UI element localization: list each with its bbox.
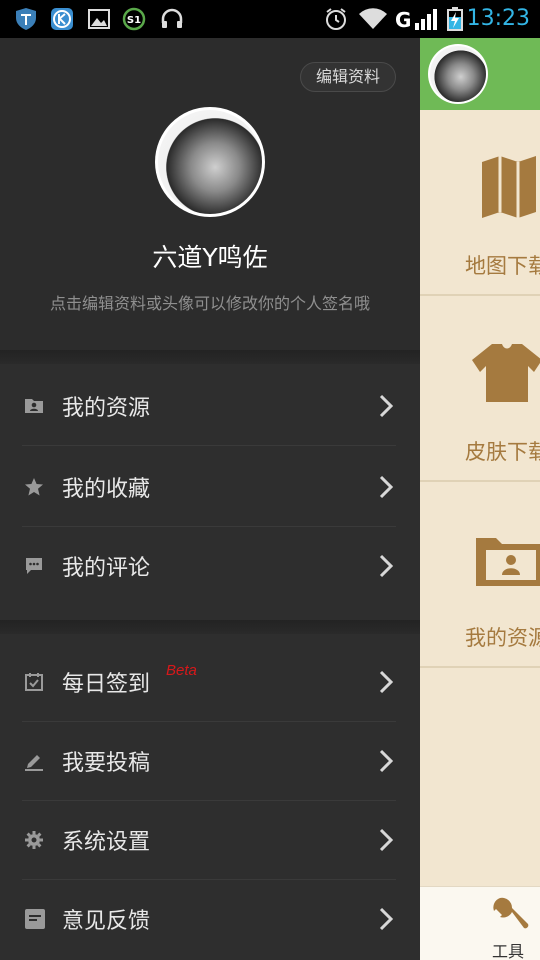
network-type: G <box>395 8 412 32</box>
shirt-icon <box>472 344 540 402</box>
svg-text:S1: S1 <box>127 15 141 26</box>
tile-map-download[interactable]: 地图下载 <box>420 110 540 296</box>
menu-item-label: 我的资源 <box>62 396 151 421</box>
divider <box>22 445 396 446</box>
menu-item-my-favorites[interactable]: 我的收藏 <box>0 447 420 527</box>
beta-badge: Beta <box>166 662 197 679</box>
menu-item-label: 我的收藏 <box>62 477 151 502</box>
avatar-image <box>158 110 262 214</box>
tile-skin-download[interactable]: 皮肤下载 <box>420 296 540 482</box>
star-icon <box>25 478 43 496</box>
chevron-right-icon <box>379 907 394 931</box>
tile-label: 地图下载 <box>465 254 540 278</box>
menu-item-label: 我的评论 <box>62 556 151 581</box>
alarm-icon <box>326 8 346 30</box>
menu-item-label: 我要投稿 <box>62 751 151 776</box>
profile-section: 编辑资料 六道Y鸣佐 点击编辑资料或头像可以修改你的个人签名哦 <box>0 38 420 350</box>
menu-group-1: 我的资源 我的收藏 我的评论 <box>0 364 420 620</box>
avatar[interactable] <box>155 107 265 217</box>
signal-icon <box>415 9 437 30</box>
main-content-panel: 地图下载 皮肤下载 我的资源 工具 <box>420 38 540 960</box>
comment-icon <box>26 558 42 574</box>
menu-item-label: 系统设置 <box>62 830 151 855</box>
calendar-check-icon <box>25 673 43 691</box>
k-app-icon <box>51 8 73 30</box>
shield-icon <box>16 8 36 30</box>
status-bar: S1 G 13:23 <box>0 0 540 38</box>
chevron-right-icon <box>379 475 394 499</box>
edit-profile-button[interactable]: 编辑资料 <box>300 62 396 92</box>
menu-item-label: 意见反馈 <box>62 909 151 934</box>
header-bar <box>420 38 540 110</box>
menu-item-my-comments[interactable]: 我的评论 <box>0 526 420 606</box>
bottom-tab-bar: 工具 <box>420 886 540 960</box>
tab-label: 工具 <box>492 942 525 960</box>
chevron-right-icon <box>379 670 394 694</box>
avatar-image <box>430 46 486 102</box>
menu-item-feedback[interactable]: 意见反馈 <box>0 879 420 959</box>
chevron-right-icon <box>379 394 394 418</box>
tile-label: 我的资源 <box>465 626 540 650</box>
pencil-icon <box>25 755 43 771</box>
username: 六道Y鸣佐 <box>152 243 268 272</box>
s1-icon: S1 <box>122 7 146 31</box>
wifi-icon <box>359 8 387 30</box>
gear-icon <box>25 831 43 849</box>
navigation-drawer: 编辑资料 六道Y鸣佐 点击编辑资料或头像可以修改你的个人签名哦 我的资源 我的收… <box>0 38 420 960</box>
section-separator <box>0 620 420 634</box>
chevron-right-icon <box>379 749 394 773</box>
resource-folder-icon <box>25 399 43 413</box>
wrench-icon <box>493 897 529 929</box>
chevron-right-icon <box>379 828 394 852</box>
chevron-right-icon <box>379 554 394 578</box>
signature-hint[interactable]: 点击编辑资料或头像可以修改你的个人签名哦 <box>0 290 420 314</box>
section-separator <box>0 350 420 364</box>
image-icon <box>88 9 110 29</box>
tile-my-resources[interactable]: 我的资源 <box>420 482 540 668</box>
feedback-icon <box>25 909 45 929</box>
avatar-small[interactable] <box>428 44 488 104</box>
menu-item-submit[interactable]: 我要投稿 <box>0 721 420 801</box>
menu-item-settings[interactable]: 系统设置 <box>0 800 420 880</box>
headphones-icon <box>161 8 183 28</box>
profile-folder-icon <box>476 538 540 586</box>
menu-item-label: 每日签到 <box>62 672 151 697</box>
menu-group-2: 每日签到 Beta 我要投稿 系统设置 意见反馈 <box>0 634 420 960</box>
battery-charging-icon <box>447 7 463 31</box>
clock: 13:23 <box>466 6 530 31</box>
menu-item-my-resources[interactable]: 我的资源 <box>0 366 420 446</box>
tile-label: 皮肤下载 <box>465 440 540 464</box>
menu-item-daily-checkin[interactable]: 每日签到 Beta <box>0 642 420 722</box>
map-icon <box>482 156 536 218</box>
